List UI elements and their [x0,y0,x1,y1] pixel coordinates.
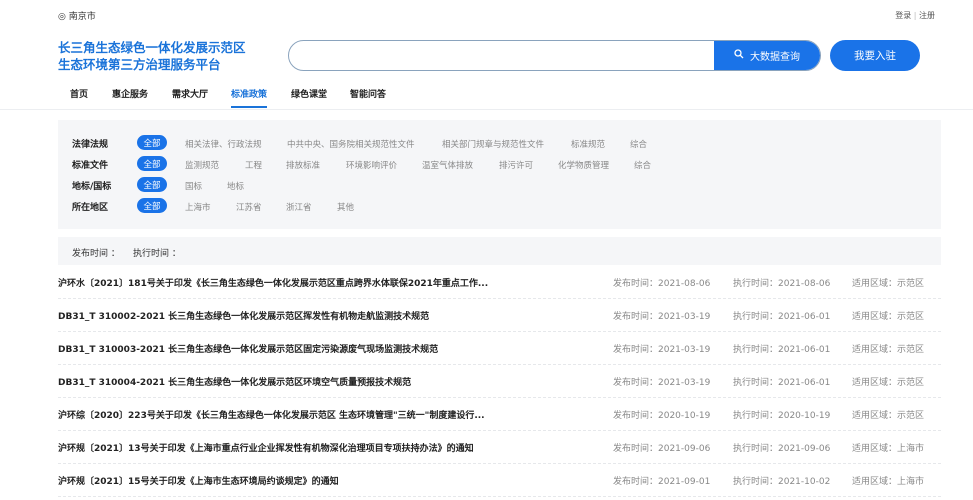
filter-all-pill[interactable]: 全部 [137,177,167,192]
sort-bar [58,237,941,265]
filter-option[interactable]: 综合 [634,159,651,171]
filter-option[interactable]: 其他 [337,201,354,213]
row-title[interactable]: 沪环规〔2021〕15号关于印发《上海市生态环境局约谈规定》的通知 [58,474,339,487]
row-region: 适用区域：示范区 [852,279,925,289]
sort-execute-time[interactable]: 执行时间 ： [133,246,181,259]
search-box: 大数据查询 [288,40,821,71]
row-execute-time: 执行时间：2021-09-06 [733,444,831,454]
filter-option[interactable]: 排放标准 [286,159,320,171]
row-publish-time: 发布时间：2021-03-19 [613,345,711,355]
filter-option[interactable]: 中共中央、国务院相关规范性文件 [287,138,415,150]
row-title[interactable]: DB31_T 310003-2021 长三角生态绿色一体化发展示范区固定污染源废… [58,342,438,355]
row-execute-time: 执行时间：2021-06-01 [733,378,831,388]
row-publish-time: 发布时间：2021-09-06 [613,444,711,454]
nav-demand[interactable]: 需求大厅 [172,87,208,100]
row-execute-time: 执行时间：2021-10-02 [733,477,831,487]
row-publish-time: 发布时间：2021-08-06 [613,279,711,289]
row-execute-time: 执行时间：2020-10-19 [733,411,831,421]
table-row[interactable]: 沪环综〔2020〕223号关于印发《长三角生态绿色一体化发展示范区 生态环境管理… [58,398,941,431]
row-title[interactable]: DB31_T 310002-2021 长三角生态绿色一体化发展示范区挥发性有机物… [58,309,429,322]
filter-option[interactable]: 标准规范 [571,138,605,150]
row-title[interactable]: DB31_T 310004-2021 长三角生态绿色一体化发展示范区环境空气质量… [58,375,411,388]
row-publish-time: 发布时间：2021-03-19 [613,378,711,388]
table-row[interactable]: 沪环水〔2021〕181号关于印发《长三角生态绿色一体化发展示范区重点跨界水体联… [58,266,941,299]
filter-label: 标准文件 [72,161,109,171]
filter-option[interactable]: 江苏省 [236,201,262,213]
location[interactable]: ◎ 南京市 [58,9,96,22]
nav-home[interactable]: 首页 [70,87,88,100]
row-title[interactable]: 沪环水〔2021〕181号关于印发《长三角生态绿色一体化发展示范区重点跨界水体联… [58,276,488,289]
row-title[interactable]: 沪环综〔2020〕223号关于印发《长三角生态绿色一体化发展示范区 生态环境管理… [58,408,485,421]
search-icon [734,49,744,62]
filter-option[interactable]: 地标 [227,180,244,192]
sort-publish-time[interactable]: 发布时间 ： [72,246,120,259]
filter-label: 地标/国标 [72,182,112,192]
auth-links: 登录 | 注册 [895,10,935,21]
row-region: 适用区域：示范区 [852,312,925,322]
register-link[interactable]: 注册 [919,11,935,20]
filter-option[interactable]: 化学物质管理 [558,159,609,171]
filter-option[interactable]: 排污许可 [499,159,533,171]
table-row[interactable]: 沪环规〔2021〕15号关于印发《上海市生态环境局约谈规定》的通知 发布时间：2… [58,464,941,497]
row-title[interactable]: 沪环规〔2021〕13号关于印发《上海市重点行业企业挥发性有机物深化治理项目专项… [58,441,474,454]
filter-option[interactable]: 工程 [245,159,262,171]
filter-option[interactable]: 相关法律、行政法规 [185,138,262,150]
location-pin-icon: ◎ [58,12,66,22]
filter-all-pill[interactable]: 全部 [137,135,167,150]
row-execute-time: 执行时间：2021-06-01 [733,312,831,322]
filter-all-pill[interactable]: 全部 [137,198,167,213]
row-publish-time: 发布时间：2020-10-19 [613,411,711,421]
filter-label: 所在地区 [72,203,109,213]
table-row[interactable]: 沪环规〔2021〕13号关于印发《上海市重点行业企业挥发性有机物深化治理项目专项… [58,431,941,464]
nav-qa[interactable]: 智能问答 [350,87,386,100]
nav-classroom[interactable]: 绿色课堂 [291,87,327,100]
filter-option[interactable]: 环境影响评价 [346,159,397,171]
search-input[interactable] [303,41,723,70]
row-region: 适用区域：上海市 [852,444,925,454]
row-region: 适用区域：上海市 [852,477,925,487]
row-publish-time: 发布时间：2021-09-01 [613,477,711,487]
location-text: 南京市 [68,12,96,22]
header-divider [0,109,973,110]
row-region: 适用区域：示范区 [852,378,925,388]
nav-active-indicator [231,106,267,108]
filter-option[interactable]: 国标 [185,180,202,192]
table-row[interactable]: DB31_T 310004-2021 长三角生态绿色一体化发展示范区环境空气质量… [58,365,941,398]
nav-services[interactable]: 惠企服务 [112,87,148,100]
login-link[interactable]: 登录 [895,11,911,20]
site-title[interactable]: 长三角生态绿色一体化发展示范区 生态环境第三方治理服务平台 [58,39,246,73]
table-row[interactable]: DB31_T 310003-2021 长三角生态绿色一体化发展示范区固定污染源废… [58,332,941,365]
filter-option[interactable]: 浙江省 [286,201,312,213]
join-button[interactable]: 我要入驻 [830,40,920,71]
row-region: 适用区域：示范区 [852,411,925,421]
filter-option[interactable]: 综合 [630,138,647,150]
filter-label: 法律法规 [72,140,109,150]
row-publish-time: 发布时间：2021-03-19 [613,312,711,322]
big-data-search-button[interactable]: 大数据查询 [714,41,820,70]
nav-standards[interactable]: 标准政策 [231,87,267,100]
title-line2: 生态环境第三方治理服务平台 [58,57,221,72]
row-region: 适用区域：示范区 [852,345,925,355]
filter-all-pill[interactable]: 全部 [137,156,167,171]
row-execute-time: 执行时间：2021-06-01 [733,345,831,355]
table-row[interactable]: DB31_T 310002-2021 长三角生态绿色一体化发展示范区挥发性有机物… [58,299,941,332]
separator: | [913,11,917,20]
row-execute-time: 执行时间：2021-08-06 [733,279,831,289]
title-line1: 长三角生态绿色一体化发展示范区 [58,40,246,55]
filter-option[interactable]: 温室气体排放 [422,159,473,171]
search-button-label: 大数据查询 [750,52,800,63]
filter-option[interactable]: 监测规范 [185,159,219,171]
filter-option[interactable]: 上海市 [185,201,211,213]
filter-option[interactable]: 相关部门规章与规范性文件 [442,138,544,150]
